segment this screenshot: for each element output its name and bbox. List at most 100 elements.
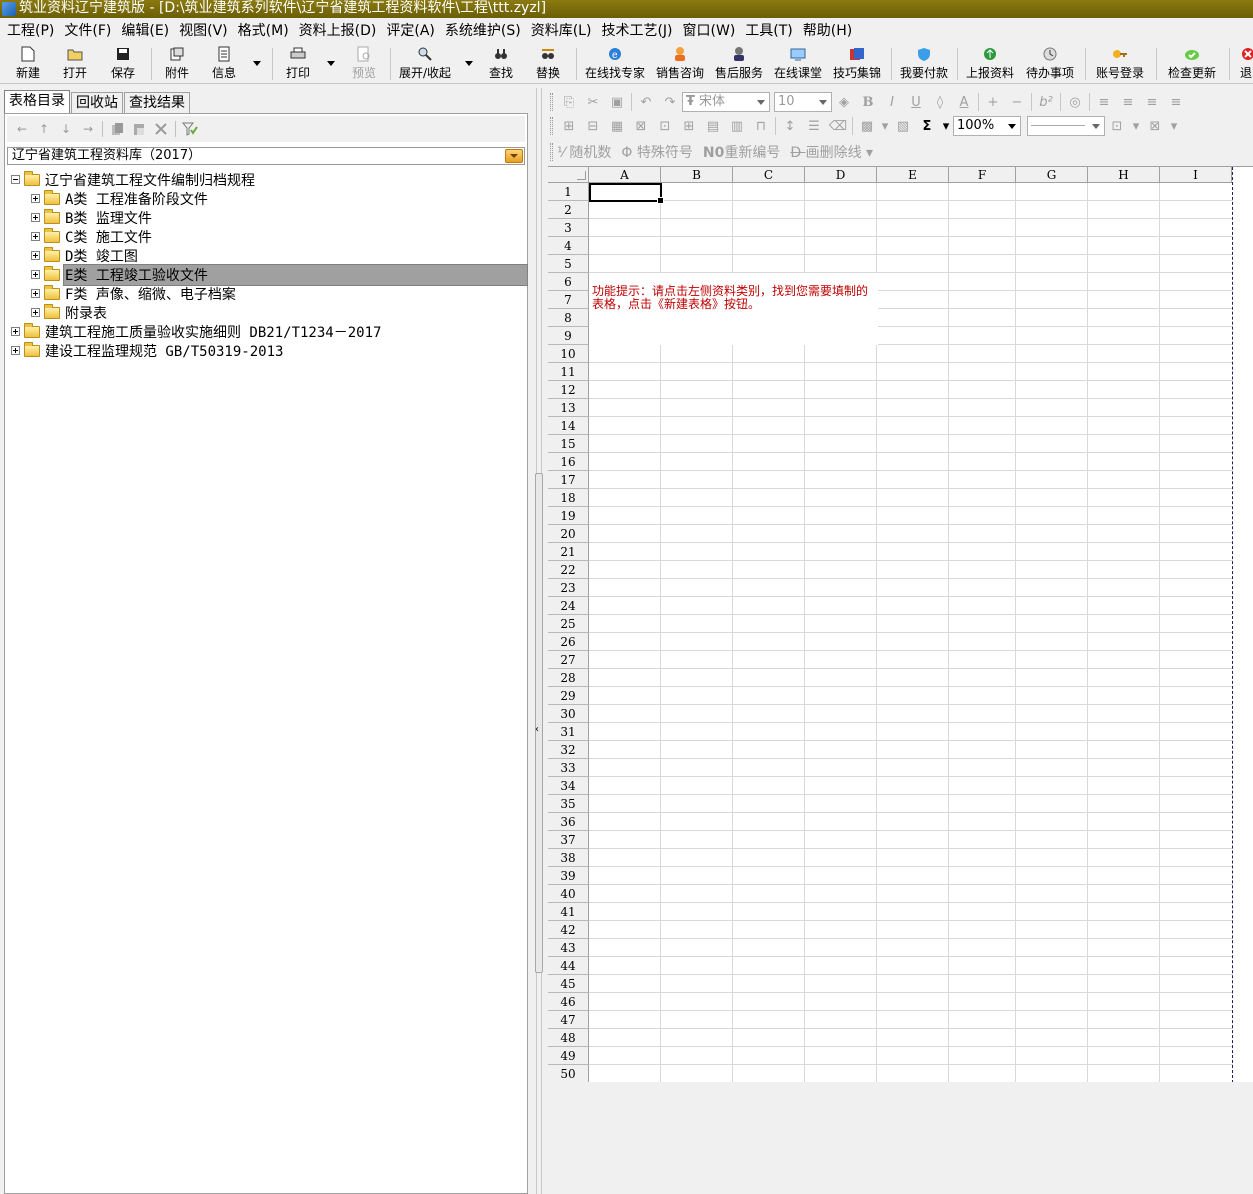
online-expert-button[interactable]: e 在线找专家 — [585, 46, 645, 82]
chevron-down-icon[interactable]: ▾ — [1129, 116, 1143, 136]
column-header[interactable]: B — [661, 167, 733, 183]
toolbar-grip[interactable] — [550, 143, 553, 161]
cell-tool-icon[interactable]: ⊡ — [653, 116, 677, 136]
redo-icon[interactable]: ↷ — [658, 92, 682, 112]
row-header[interactable]: 9 — [548, 327, 589, 345]
row-header[interactable]: 23 — [548, 579, 589, 597]
row-header[interactable]: 1 — [548, 183, 589, 201]
strikethrough-button[interactable]: D 画删除线 ▾ — [790, 142, 873, 162]
move-left-icon[interactable]: ← — [11, 119, 33, 139]
insert-row-icon[interactable]: + — [981, 92, 1005, 112]
bold-icon[interactable]: B — [856, 92, 880, 112]
expand-icon[interactable] — [11, 346, 20, 355]
tree-node-supervision[interactable]: 建设工程监理规范 GB/T50319-2013 — [11, 341, 284, 360]
library-dropdown-icon[interactable] — [505, 149, 523, 163]
splitter-scroll-grip[interactable] — [535, 473, 543, 973]
find-button[interactable]: 查找 — [489, 46, 513, 82]
tree-node-e[interactable]: E类 工程竣工验收文件 — [31, 263, 528, 286]
column-header[interactable]: G — [1016, 167, 1088, 183]
menu-tools[interactable]: 工具(T) — [740, 20, 797, 42]
move-down-icon[interactable]: ↓ — [55, 119, 77, 139]
row-header[interactable]: 27 — [548, 651, 589, 669]
column-header[interactable]: I — [1160, 167, 1232, 183]
menu-library[interactable]: 资料库(L) — [526, 20, 597, 42]
delete-row-icon[interactable]: − — [1005, 92, 1029, 112]
tab-table-catalog[interactable]: 表格目录 — [4, 90, 70, 114]
new-button[interactable]: 新建 — [16, 46, 40, 82]
paste-icon[interactable]: ▣ — [605, 92, 629, 112]
check-update-button[interactable]: 检查更新 — [1168, 46, 1216, 82]
row-header[interactable]: 35 — [548, 795, 589, 813]
row-header[interactable]: 39 — [548, 867, 589, 885]
tree-node-appendix[interactable]: 附录表 — [31, 303, 108, 322]
row-header[interactable]: 19 — [548, 507, 589, 525]
expand-icon[interactable] — [31, 213, 40, 222]
renumber-button[interactable]: N0重新编号 — [703, 142, 780, 162]
copy-icon[interactable] — [106, 119, 128, 139]
row-header[interactable]: 3 — [548, 219, 589, 237]
row-header[interactable]: 25 — [548, 615, 589, 633]
expand-dropdown-arrow[interactable] — [464, 58, 474, 68]
list-icon[interactable]: ☰ — [802, 116, 826, 136]
report-data-button[interactable]: 上报资料 — [966, 46, 1014, 82]
row-header[interactable]: 22 — [548, 561, 589, 579]
row-header[interactable]: 44 — [548, 957, 589, 975]
tree-node-a[interactable]: A类 工程准备阶段文件 — [31, 189, 209, 208]
row-header[interactable]: 4 — [548, 237, 589, 255]
filter-icon[interactable] — [179, 119, 201, 139]
split-cells-icon[interactable]: ⊟ — [581, 116, 605, 136]
border-color-icon[interactable]: ⊠ — [1143, 116, 1167, 136]
menu-edit[interactable]: 编辑(E) — [116, 20, 174, 42]
zoom-combo[interactable]: 100% — [953, 116, 1021, 136]
eraser-icon[interactable]: ⌫ — [826, 116, 850, 136]
row-header[interactable]: 18 — [548, 489, 589, 507]
line-style-combo[interactable] — [1027, 116, 1105, 136]
row-header[interactable]: 29 — [548, 687, 589, 705]
row-header[interactable]: 49 — [548, 1047, 589, 1065]
menu-evaluate[interactable]: 评定(A) — [381, 20, 440, 42]
info-dropdown-arrow[interactable] — [252, 58, 262, 68]
row-header[interactable]: 15 — [548, 435, 589, 453]
todo-button[interactable]: 待办事项 — [1026, 46, 1074, 82]
tab-search-results[interactable]: 查找结果 — [124, 92, 190, 114]
row-header[interactable]: 33 — [548, 759, 589, 777]
expand-icon[interactable] — [31, 251, 40, 260]
menu-project[interactable]: 工程(P) — [2, 20, 59, 42]
column-header[interactable]: H — [1088, 167, 1160, 183]
align-right-icon[interactable]: ≡ — [1140, 92, 1164, 112]
format-painter-icon[interactable]: ◈ — [832, 92, 856, 112]
menu-help[interactable]: 帮助(H) — [798, 20, 857, 42]
align-center-icon[interactable]: ≡ — [1116, 92, 1140, 112]
sales-consult-button[interactable]: 销售咨询 — [656, 46, 704, 82]
chevron-down-icon[interactable]: ▾ — [939, 116, 953, 136]
row-header[interactable]: 46 — [548, 993, 589, 1011]
row-header[interactable]: 7 — [548, 291, 589, 309]
expand-icon[interactable] — [31, 270, 40, 279]
collapse-icon[interactable] — [11, 175, 20, 184]
expand-icon[interactable] — [31, 194, 40, 203]
row-header[interactable]: 30 — [548, 705, 589, 723]
menu-report[interactable]: 资料上报(D) — [294, 20, 382, 42]
panel-splitter[interactable]: ‹ — [532, 88, 546, 1194]
cell-tool-icon[interactable]: ⊞ — [677, 116, 701, 136]
fill-color-icon[interactable]: ◊ — [928, 92, 952, 112]
tree-node-c[interactable]: C类 施工文件 — [31, 227, 153, 246]
special-symbol-button[interactable]: Φ 特殊符号 — [621, 142, 692, 162]
menu-system[interactable]: 系统维护(S) — [440, 20, 526, 42]
replace-button[interactable]: 替换 — [536, 46, 560, 82]
cell-tool-icon[interactable]: ▤ — [701, 116, 725, 136]
copy-icon[interactable]: ⎘ — [557, 92, 581, 112]
tab-recycle-bin[interactable]: 回收站 — [71, 92, 123, 114]
row-header[interactable]: 45 — [548, 975, 589, 993]
row-header[interactable]: 21 — [548, 543, 589, 561]
row-header[interactable]: 48 — [548, 1029, 589, 1047]
undo-icon[interactable]: ↶ — [634, 92, 658, 112]
after-sales-button[interactable]: 售后服务 — [715, 46, 763, 82]
row-header[interactable]: 2 — [548, 201, 589, 219]
tree-node-root[interactable]: 辽宁省建筑工程文件编制归档规程 — [11, 170, 256, 189]
tree-node-f[interactable]: F类 声像、缩微、电子档案 — [31, 284, 237, 303]
row-header[interactable]: 8 — [548, 309, 589, 327]
align-left-icon[interactable]: ≡ — [1092, 92, 1116, 112]
save-button[interactable]: 保存 — [111, 46, 135, 82]
row-header[interactable]: 10 — [548, 345, 589, 363]
